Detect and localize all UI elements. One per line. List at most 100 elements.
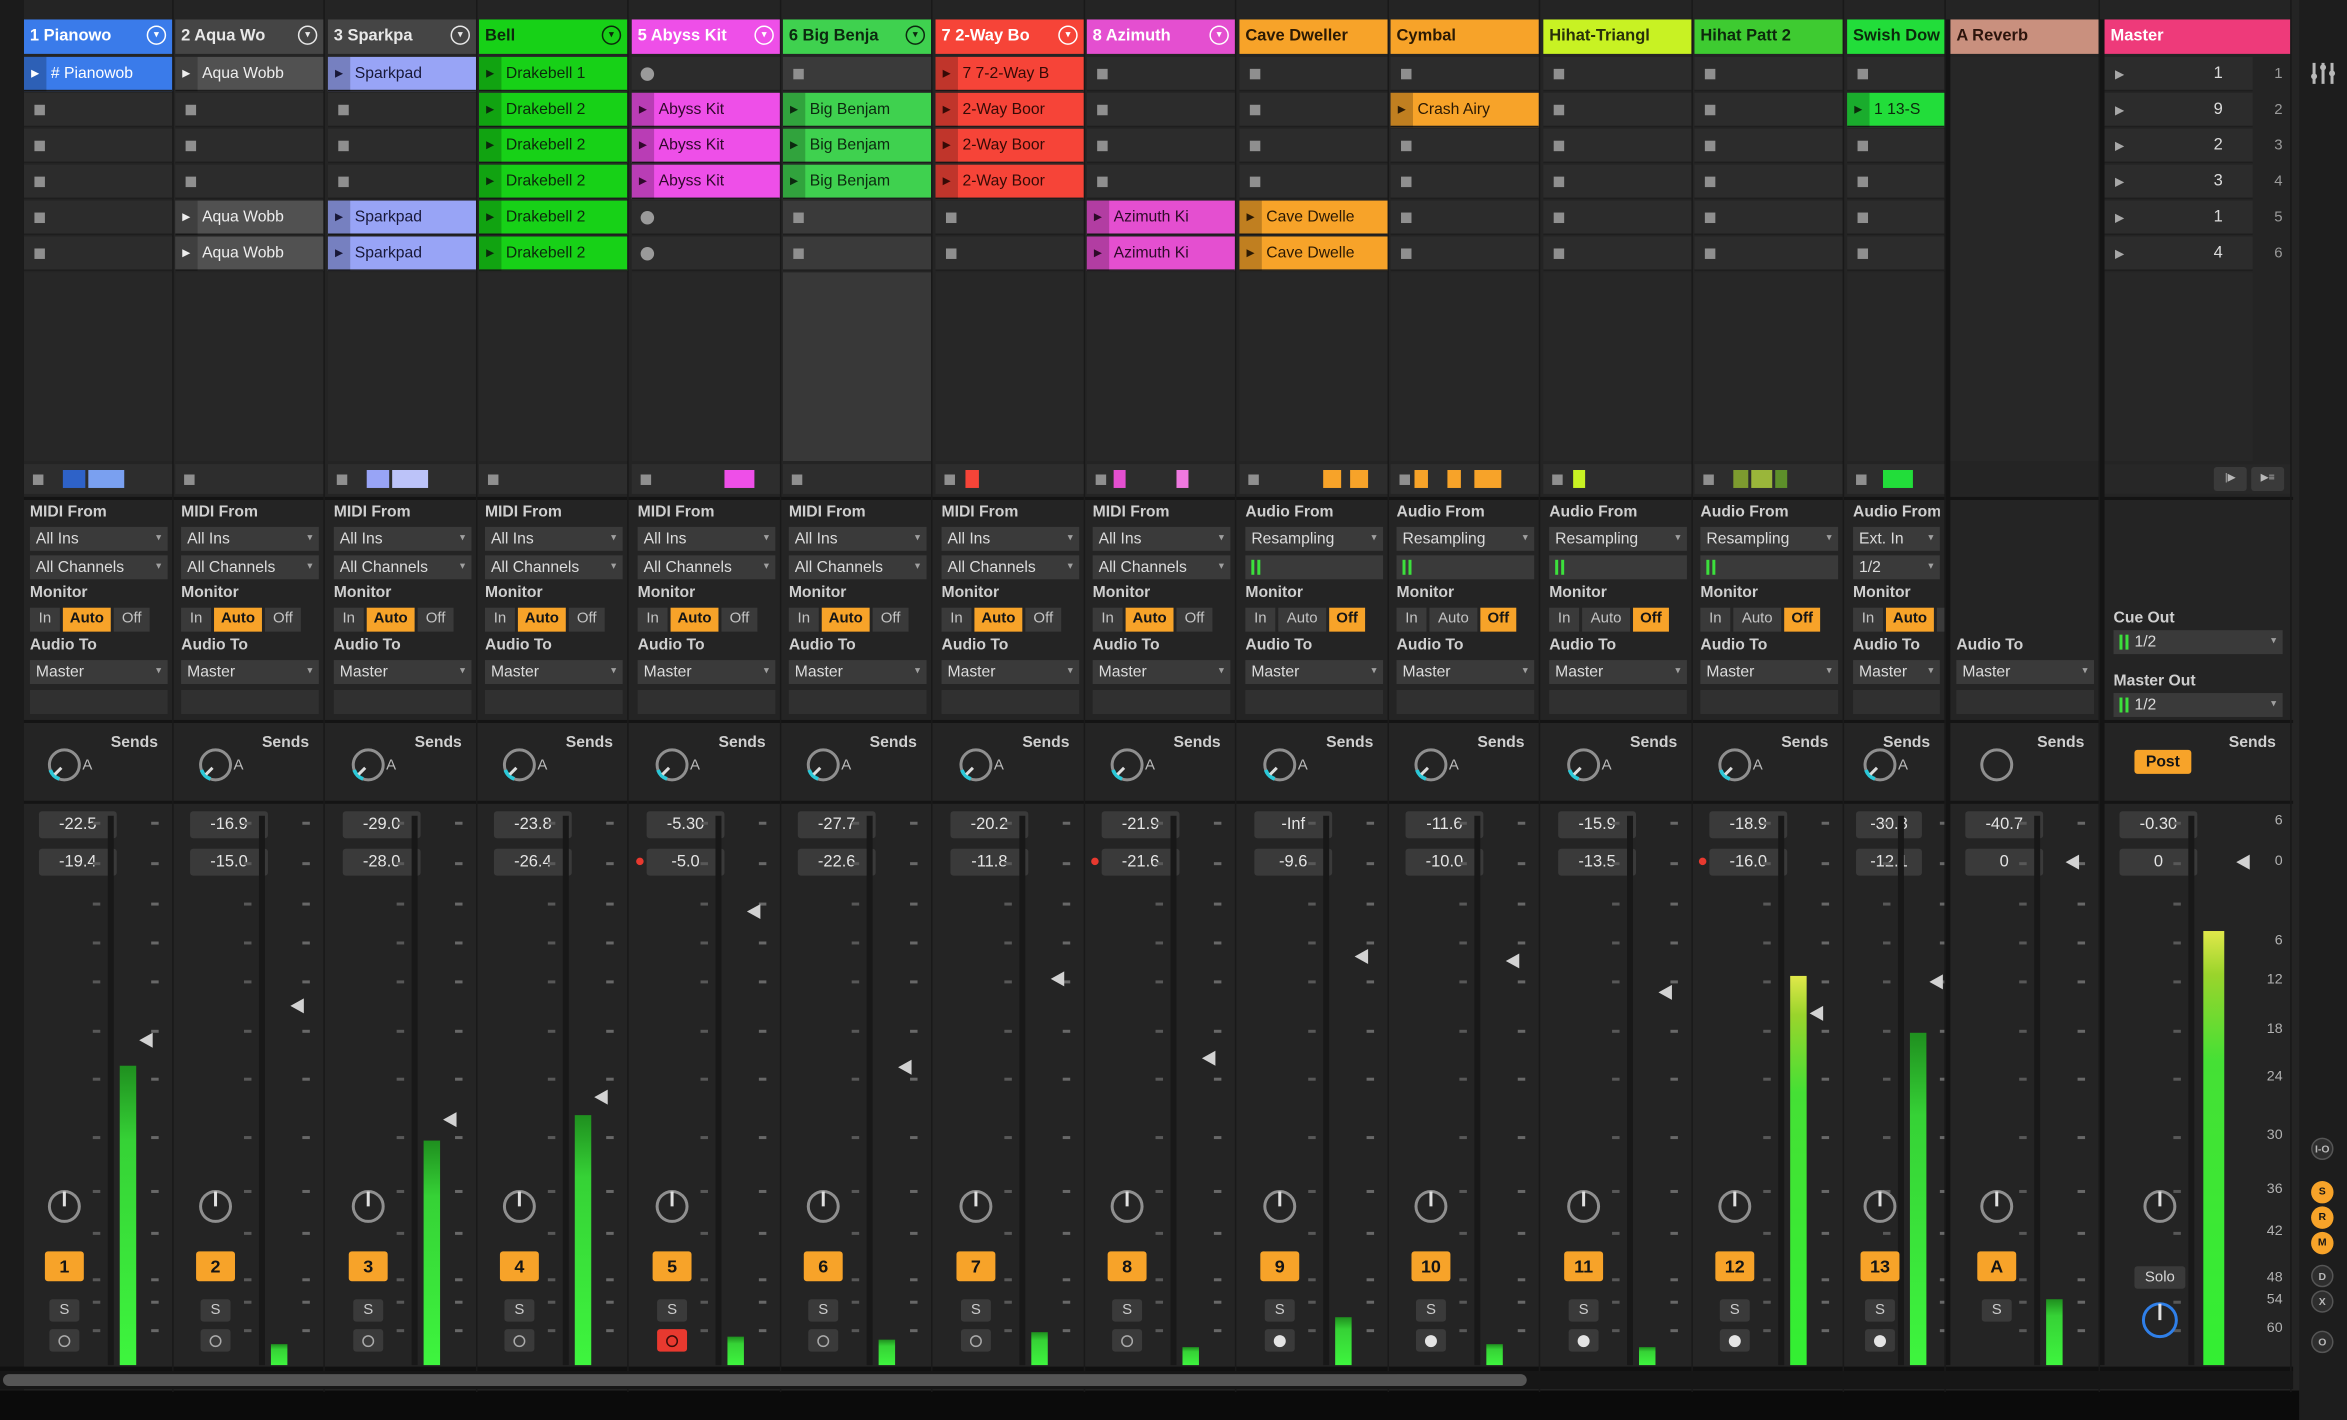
clip-slot-empty[interactable] [1847,165,1946,199]
input-type-select[interactable]: Resampling▾ [1549,527,1687,551]
monitor-auto-button[interactable]: Auto [1886,608,1934,632]
clip-slot-empty[interactable] [1239,129,1389,163]
arm-button[interactable] [1265,1329,1295,1351]
clip-slot-empty[interactable] [24,236,174,270]
clip-overview-row[interactable] [1847,464,1946,494]
clip-play-icon[interactable]: ▶ [328,236,350,270]
stop-all-clips-button[interactable] [488,474,498,484]
clip-stop-button[interactable] [1097,69,1107,79]
track-column-15[interactable]: Master▶11▶92▶23▶34▶15▶46|▶▶≡Cue Out1/2▾M… [2105,0,2292,1392]
clip-play-icon[interactable]: ▶ [175,201,197,235]
input-channel-select[interactable]: All Channels▾ [789,555,927,579]
monitor-auto-button[interactable]: Auto [1429,608,1477,632]
input-type-select[interactable]: All Ins▾ [334,527,472,551]
clip-slot[interactable]: ▶2-Way Boor [936,129,1086,163]
monitor-in-button[interactable]: In [334,608,364,632]
clip-play-icon[interactable]: ▶ [1391,93,1413,127]
pan-knob[interactable] [196,1187,235,1226]
peak-level-box[interactable]: -22.5 [39,811,117,838]
clip-overview-row[interactable] [175,464,325,494]
monitor-auto-button[interactable]: Auto [822,608,870,632]
clip-slot-empty[interactable] [1847,236,1946,270]
chevron-down-icon[interactable]: ▾ [754,25,773,44]
track-column-10[interactable]: Cymbal▶Crash AiryAudio FromResampling▾Mo… [1391,0,1541,1392]
solo-button[interactable]: S [1265,1299,1295,1321]
send-a-knob[interactable] [804,745,843,784]
volume-fader-track[interactable] [1898,816,1904,1365]
cue-volume-knob[interactable] [2139,1299,2181,1341]
stop-all-clips-button[interactable] [1703,474,1713,484]
input-channel-meter[interactable] [1397,555,1535,579]
clip-stop-button[interactable] [1097,141,1107,151]
track-activator-button[interactable]: A [1977,1251,2016,1281]
send-a-knob[interactable] [500,745,539,784]
clip-stop-button[interactable] [1705,69,1715,79]
track-activator-button[interactable]: 12 [1715,1251,1754,1281]
peak-level-box[interactable]: -0.30 [2119,811,2197,838]
volume-handle[interactable] [1355,949,1368,964]
arm-button[interactable] [961,1329,991,1351]
pan-knob[interactable] [1260,1187,1299,1226]
clip-play-icon[interactable]: ▶ [175,236,197,270]
clip-slot[interactable]: ▶Drakebell 2 [479,93,629,127]
input-channel-select[interactable]: All Channels▾ [181,555,319,579]
clip-play-icon[interactable]: ▶ [783,165,805,199]
solo-button[interactable]: S [49,1299,79,1321]
track-activator-button[interactable]: 8 [1108,1251,1147,1281]
clip-slot[interactable]: ▶Big Benjam [783,93,933,127]
toggle-returns[interactable]: R [2311,1206,2333,1228]
chevron-down-icon[interactable]: ▾ [298,25,317,44]
clip-slot-empty[interactable] [1239,57,1389,91]
pan-knob[interactable] [1861,1187,1900,1226]
monitor-in-button[interactable]: In [789,608,819,632]
monitor-off-button[interactable]: Off [721,608,757,632]
clip-slot[interactable]: ▶Drakebell 2 [479,236,629,270]
clip-play-icon[interactable]: ▶ [936,165,958,199]
solo-button[interactable]: S [504,1299,534,1321]
clip-overview-row[interactable] [1391,464,1541,494]
volume-handle[interactable] [1506,953,1519,968]
clip-slot-empty[interactable] [1391,57,1541,91]
clip-play-icon[interactable]: ▶ [1239,201,1261,235]
send-a-knob[interactable] [956,745,995,784]
clip-slot-empty[interactable] [1087,129,1237,163]
stop-all-clips-button[interactable] [1552,474,1562,484]
volume-handle[interactable] [898,1060,911,1075]
volume-handle[interactable] [1051,971,1064,986]
track-header[interactable]: A Reverb [1950,19,2100,53]
input-channel-meter[interactable] [1700,555,1838,579]
clip-stop-button[interactable] [186,177,196,187]
volume-box[interactable]: -19.4 [39,849,117,876]
clip-play-icon[interactable]: ▶ [479,129,501,163]
output-select[interactable]: Master▾ [1397,660,1535,684]
clip-slot[interactable]: ▶Big Benjam [783,165,933,199]
clip-slot-empty[interactable] [936,236,1086,270]
stop-all-clips-button[interactable] [337,474,347,484]
clip-slot-empty[interactable] [783,236,933,270]
volume-fader-track[interactable] [259,816,265,1365]
volume-handle[interactable] [290,998,303,1013]
send-a-knob[interactable] [653,745,692,784]
clip-slot-empty[interactable] [1694,129,1844,163]
stop-all-clips-button[interactable] [1400,474,1410,484]
clip-stop-button[interactable] [1554,248,1564,258]
peak-level-box[interactable]: -5.30 [647,811,725,838]
clip-stop-button[interactable] [1705,177,1715,187]
solo-button[interactable]: S [1720,1299,1750,1321]
output-select[interactable]: Master▾ [1549,660,1687,684]
send-a-knob[interactable] [196,745,235,784]
clip-slot-empty[interactable] [1087,57,1237,91]
stop-all-clips-button[interactable] [792,474,802,484]
solo-cue-label[interactable]: Solo [2134,1266,2185,1288]
solo-button[interactable]: S [353,1299,383,1321]
clip-slot-empty[interactable] [1694,165,1844,199]
track-header[interactable]: Master [2105,19,2292,53]
output-select[interactable]: Master▾ [638,660,776,684]
scene-slot[interactable]: ▶1 [2105,57,2253,91]
clip-overview-row[interactable] [328,464,478,494]
clip-stop-button[interactable] [34,248,44,258]
volume-fader-track[interactable] [1171,816,1177,1365]
peak-level-box[interactable]: -29.0 [343,811,421,838]
pan-knob[interactable] [1108,1187,1147,1226]
toggle-sends[interactable]: S [2311,1181,2333,1203]
